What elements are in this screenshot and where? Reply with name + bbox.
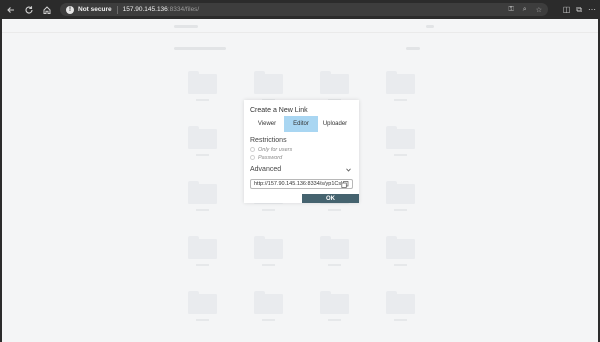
extensions-icon[interactable]: ⧉ (576, 5, 582, 15)
folder-item[interactable] (188, 181, 217, 211)
warning-icon[interactable]: ! (66, 5, 74, 14)
browser-toolbar: ! Not secure 157.90.145.136 :8334/files/… (0, 0, 600, 19)
zoom-icon[interactable]: ⌕ (523, 6, 527, 14)
address-bar-actions: ⚿ ⌕ ☆ (508, 3, 542, 16)
folder-item[interactable] (320, 71, 349, 101)
folder-caption (394, 154, 407, 156)
folder-caption (394, 99, 407, 101)
folder-caption (196, 319, 209, 321)
folder-caption (394, 319, 407, 321)
folder-item[interactable] (320, 236, 349, 266)
folder-item[interactable] (254, 291, 283, 321)
folder-item[interactable] (188, 236, 217, 266)
star-icon[interactable]: ☆ (536, 6, 542, 14)
home-icon (43, 5, 51, 14)
app-header (2, 19, 598, 33)
password-label[interactable]: Password (258, 155, 282, 161)
folder-caption (262, 319, 275, 321)
breadcrumb (174, 47, 226, 50)
folder-item[interactable] (386, 236, 415, 266)
folder-item[interactable] (386, 181, 415, 211)
address-separator (116, 5, 118, 14)
sidebar-icon[interactable]: ◫ (563, 5, 571, 14)
folder-caption (262, 209, 275, 211)
folder-item[interactable] (188, 291, 217, 321)
folder-item[interactable] (320, 291, 349, 321)
advanced-toggle[interactable]: Advanced (250, 166, 281, 173)
viewer-button[interactable]: Viewer (250, 116, 284, 132)
copy-icon[interactable] (341, 181, 349, 188)
folder-item[interactable] (188, 126, 217, 156)
folder-item[interactable] (386, 71, 415, 101)
dialog-title: Create a New Link (250, 107, 308, 114)
folder-caption (196, 209, 209, 211)
key-icon[interactable]: ⚿ (508, 6, 513, 14)
uploader-button[interactable]: Uploader (318, 116, 352, 132)
url-host[interactable]: 157.90.145.136 (123, 6, 168, 13)
security-label[interactable]: Not secure (78, 6, 112, 13)
folder-item[interactable] (386, 126, 415, 156)
address-bar[interactable]: ! Not secure 157.90.145.136 :8334/files/… (60, 3, 548, 16)
folder-item[interactable] (386, 291, 415, 321)
browser-actions: ◫ ⧉ ⋯ (563, 0, 596, 19)
folder-caption (196, 154, 209, 156)
folder-item[interactable] (254, 71, 283, 101)
share-link-value[interactable]: http://157.90.145.136:8334/s/yp1CsbK (254, 181, 342, 187)
menu-icon[interactable]: ⋯ (588, 5, 596, 14)
reload-button[interactable] (20, 0, 38, 19)
folder-caption (328, 264, 341, 266)
only-for-users-checkbox[interactable] (250, 147, 255, 152)
restrictions-title: Restrictions (250, 137, 287, 144)
folder-caption (328, 319, 341, 321)
reload-icon (25, 5, 33, 14)
password-option[interactable]: Password (250, 154, 282, 161)
header-logo-placeholder (174, 25, 198, 28)
permission-selector: Viewer Editor Uploader (250, 116, 352, 132)
folder-caption (394, 264, 407, 266)
create-link-dialog: Create a New Link Viewer Editor Uploader… (244, 100, 359, 203)
chevron-down-icon[interactable] (346, 168, 351, 172)
header-action-placeholder (426, 25, 434, 28)
only-for-users-label[interactable]: Only for users (258, 147, 292, 153)
folder-caption (394, 209, 407, 211)
home-button[interactable] (38, 0, 56, 19)
folder-caption (262, 264, 275, 266)
only-for-users-option[interactable]: Only for users (250, 146, 292, 153)
ok-button[interactable]: OK (302, 194, 359, 203)
password-checkbox[interactable] (250, 155, 255, 160)
folder-item[interactable] (254, 236, 283, 266)
url-path[interactable]: :8334/files/ (168, 6, 199, 13)
share-link-field[interactable]: http://157.90.145.136:8334/s/yp1CsbK (250, 179, 353, 189)
back-arrow-icon (7, 6, 14, 13)
folder-caption (328, 209, 341, 211)
folder-item[interactable] (188, 71, 217, 101)
folder-caption (196, 99, 209, 101)
back-button[interactable] (2, 0, 20, 19)
editor-button[interactable]: Editor (284, 116, 318, 132)
view-toggle (406, 47, 420, 50)
folder-caption (196, 264, 209, 266)
